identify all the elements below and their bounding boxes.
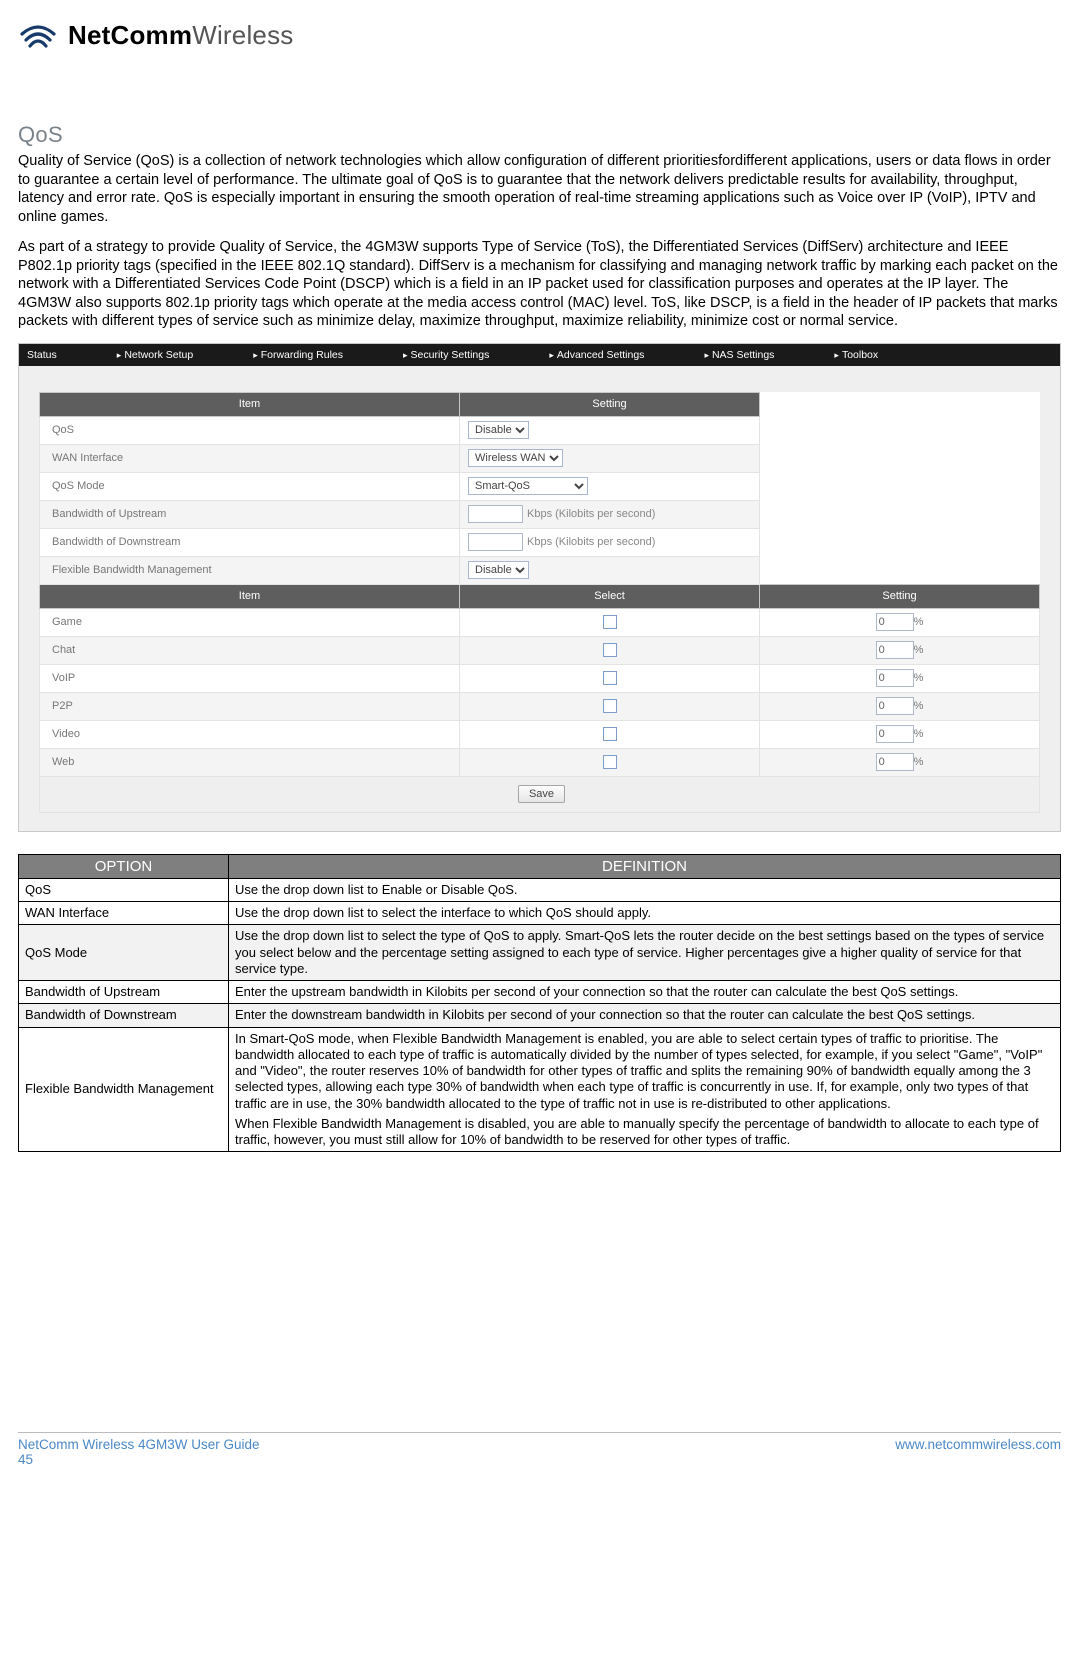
svc-game-pct-input[interactable] bbox=[876, 613, 914, 631]
def-upstream-def: Enter the upstream bandwidth in Kilobits… bbox=[229, 981, 1061, 1004]
footer-url: www.netcommwireless.com bbox=[895, 1437, 1061, 1467]
svc-header-setting: Setting bbox=[760, 584, 1040, 608]
svc-web-checkbox[interactable] bbox=[603, 755, 617, 769]
def-row-qos: QoS Use the drop down list to Enable or … bbox=[19, 878, 1061, 901]
def-wan-def: Use the drop down list to select the int… bbox=[229, 902, 1061, 925]
flex-bandwidth-select[interactable]: Disable bbox=[468, 561, 529, 579]
upstream-unit: Kbps (Kilobits per second) bbox=[527, 508, 655, 520]
brand-logo: NetCommWireless bbox=[18, 18, 1061, 52]
cfg-downstream-label: Bandwidth of Downstream bbox=[40, 528, 460, 556]
svc-video-checkbox[interactable] bbox=[603, 727, 617, 741]
svc-p2p-pct-input[interactable] bbox=[876, 697, 914, 715]
def-wan-opt: WAN Interface bbox=[19, 902, 229, 925]
svc-web-label: Web bbox=[40, 748, 460, 776]
pct-suffix: % bbox=[914, 616, 924, 628]
cfg-wan-label: WAN Interface bbox=[40, 444, 460, 472]
svc-header-item: Item bbox=[40, 584, 460, 608]
def-mode-opt: QoS Mode bbox=[19, 925, 229, 981]
svc-row-p2p: P2P % bbox=[40, 692, 1040, 720]
definition-table: OPTION DEFINITION QoS Use the drop down … bbox=[18, 854, 1061, 1153]
pct-suffix: % bbox=[914, 672, 924, 684]
def-row-downstream: Bandwidth of Downstream Enter the downst… bbox=[19, 1004, 1061, 1027]
footer-guide-title: NetComm Wireless 4GM3W User Guide bbox=[18, 1437, 260, 1452]
pct-suffix: % bbox=[914, 728, 924, 740]
cfg-mode-label: QoS Mode bbox=[40, 472, 460, 500]
svc-voip-checkbox[interactable] bbox=[603, 671, 617, 685]
svc-row-video: Video % bbox=[40, 720, 1040, 748]
def-header-definition: DEFINITION bbox=[229, 854, 1061, 878]
svc-p2p-checkbox[interactable] bbox=[603, 699, 617, 713]
intro-paragraph-1: Quality of Service (QoS) is a collection… bbox=[18, 152, 1061, 226]
cfg-qos-label: QoS bbox=[40, 416, 460, 444]
nav-security-settings[interactable]: Security Settings bbox=[403, 349, 489, 361]
cfg-flex-label: Flexible Bandwidth Management bbox=[40, 556, 460, 584]
downstream-input[interactable] bbox=[468, 533, 523, 551]
def-upstream-opt: Bandwidth of Upstream bbox=[19, 981, 229, 1004]
upstream-input[interactable] bbox=[468, 505, 523, 523]
svc-voip-pct-input[interactable] bbox=[876, 669, 914, 687]
cfg-header-item: Item bbox=[40, 392, 460, 416]
qos-select[interactable]: Disable bbox=[468, 421, 529, 439]
brand-text: NetCommWireless bbox=[68, 20, 293, 51]
pct-suffix: % bbox=[914, 644, 924, 656]
svc-video-label: Video bbox=[40, 720, 460, 748]
def-qos-opt: QoS bbox=[19, 878, 229, 901]
def-row-mode: QoS Mode Use the drop down list to selec… bbox=[19, 925, 1061, 981]
svc-video-pct-input[interactable] bbox=[876, 725, 914, 743]
svc-row-game: Game % bbox=[40, 608, 1040, 636]
nav-nas-settings[interactable]: NAS Settings bbox=[704, 349, 774, 361]
pct-suffix: % bbox=[914, 756, 924, 768]
def-qos-def: Use the drop down list to Enable or Disa… bbox=[229, 878, 1061, 901]
svc-p2p-label: P2P bbox=[40, 692, 460, 720]
svc-row-web: Web % bbox=[40, 748, 1040, 776]
svc-chat-label: Chat bbox=[40, 636, 460, 664]
def-header-option: OPTION bbox=[19, 854, 229, 878]
page-footer: NetComm Wireless 4GM3W User Guide 45 www… bbox=[18, 1432, 1061, 1467]
downstream-unit: Kbps (Kilobits per second) bbox=[527, 536, 655, 548]
def-row-flex: Flexible Bandwidth Management In Smart-Q… bbox=[19, 1027, 1061, 1152]
def-downstream-def: Enter the downstream bandwidth in Kilobi… bbox=[229, 1004, 1061, 1027]
def-downstream-opt: Bandwidth of Downstream bbox=[19, 1004, 229, 1027]
nav-toolbox[interactable]: Toolbox bbox=[834, 349, 878, 361]
nav-advanced-settings[interactable]: Advanced Settings bbox=[549, 349, 644, 361]
qos-mode-select[interactable]: Smart-QoS bbox=[468, 477, 588, 495]
cfg-upstream-label: Bandwidth of Upstream bbox=[40, 500, 460, 528]
svc-chat-checkbox[interactable] bbox=[603, 643, 617, 657]
def-mode-def: Use the drop down list to select the typ… bbox=[229, 925, 1061, 981]
wan-interface-select[interactable]: Wireless WAN bbox=[468, 449, 563, 467]
svc-chat-pct-input[interactable] bbox=[876, 641, 914, 659]
nav-status[interactable]: Status bbox=[27, 349, 57, 361]
footer-page-number: 45 bbox=[18, 1452, 260, 1467]
svc-game-checkbox[interactable] bbox=[603, 615, 617, 629]
save-button[interactable]: Save bbox=[518, 785, 565, 803]
page-title: QoS bbox=[18, 122, 1061, 148]
intro-paragraph-2: As part of a strategy to provide Quality… bbox=[18, 238, 1061, 331]
svc-game-label: Game bbox=[40, 608, 460, 636]
svc-row-chat: Chat % bbox=[40, 636, 1040, 664]
router-nav-bar: Status Network Setup Forwarding Rules Se… bbox=[19, 344, 1060, 366]
nav-forwarding-rules[interactable]: Forwarding Rules bbox=[253, 349, 343, 361]
def-flex-opt: Flexible Bandwidth Management bbox=[19, 1027, 229, 1152]
pct-suffix: % bbox=[914, 700, 924, 712]
svc-header-select: Select bbox=[460, 584, 760, 608]
def-row-upstream: Bandwidth of Upstream Enter the upstream… bbox=[19, 981, 1061, 1004]
cfg-header-setting: Setting bbox=[460, 392, 760, 416]
router-screenshot: Status Network Setup Forwarding Rules Se… bbox=[18, 343, 1061, 832]
qos-config-table: Item Setting QoS Disable WAN Interface W… bbox=[39, 392, 1040, 813]
def-row-wan: WAN Interface Use the drop down list to … bbox=[19, 902, 1061, 925]
wifi-icon bbox=[18, 18, 58, 52]
svc-web-pct-input[interactable] bbox=[876, 753, 914, 771]
svc-voip-label: VoIP bbox=[40, 664, 460, 692]
nav-network-setup[interactable]: Network Setup bbox=[117, 349, 193, 361]
def-flex-def: In Smart-QoS mode, when Flexible Bandwid… bbox=[229, 1027, 1061, 1152]
svc-row-voip: VoIP % bbox=[40, 664, 1040, 692]
